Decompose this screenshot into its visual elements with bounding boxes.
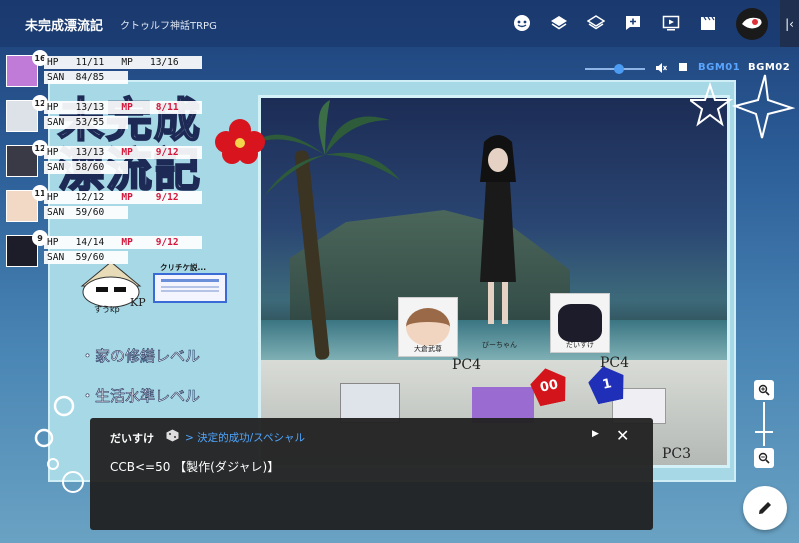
layers-outline-icon[interactable] xyxy=(585,12,607,34)
room-title: 未完成漂流記 xyxy=(25,19,104,34)
status-row-4[interactable]: 11 HP 12/12 MP 9/12 SAN 59/60 xyxy=(6,185,202,228)
hp-mp-bar: HP 13/13 MP 8/11 xyxy=(44,101,202,114)
san-bar: SAN 58/60 xyxy=(44,161,128,174)
character-name: だいすけ xyxy=(566,341,594,349)
starfish-icon xyxy=(690,74,795,139)
hp-mp-bar: HP 13/13 MP 9/12 xyxy=(44,146,202,159)
bubbles-decoration xyxy=(34,395,84,493)
hp-value: HP 11/11 xyxy=(47,57,105,68)
roll-result: > 決定的成功/スペシャル xyxy=(185,432,305,444)
collapse-left-icon: |‹ xyxy=(785,16,794,31)
pc-label-3: PC3 xyxy=(662,446,692,462)
status-row-3[interactable]: 12 HP 13/13 MP 9/12 SAN 58/60 xyxy=(6,140,202,183)
edit-button[interactable] xyxy=(743,486,787,530)
dice-icon xyxy=(166,429,179,442)
chat-message: CCB<=50 【製作(ダジャレ)】 xyxy=(110,460,280,474)
character-token-daisuke[interactable]: だいすけ xyxy=(550,293,610,353)
kp-name: すうkp xyxy=(94,305,120,314)
volume-knob[interactable] xyxy=(614,64,624,74)
next-message-icon[interactable]: ▶ xyxy=(592,429,599,439)
status-row-5[interactable]: 9 HP 14/14 MP 9/12 SAN 59/60 xyxy=(6,230,202,273)
zoom-out-button[interactable] xyxy=(754,448,774,468)
board-item-house: ・家の修繕レベル xyxy=(80,347,201,366)
zoom-in-icon xyxy=(758,384,770,396)
character-token-takeru[interactable]: 大倉武尊 xyxy=(398,297,458,357)
palm-leaves xyxy=(250,100,400,195)
san-bar: SAN 53/55 xyxy=(44,116,128,129)
character-token-pc5[interactable] xyxy=(340,383,400,423)
zoom-out-icon xyxy=(758,452,770,464)
hp-value: HP 13/13 xyxy=(47,147,105,158)
room-subtitle: クトゥルフ神話TRPG xyxy=(120,21,217,32)
hp-mp-bar: HP 11/11 MP 13/16 xyxy=(44,56,202,69)
close-icon[interactable]: ✕ xyxy=(616,426,629,445)
hibiscus-icon xyxy=(215,119,265,164)
pc-label-1: PC4 xyxy=(452,357,482,373)
status-row-2[interactable]: 12 HP 13/13 MP 8/11 SAN 53/55 xyxy=(6,95,202,138)
chat-popup[interactable]: だいすけ > 決定的成功/スペシャル ▶ ✕ CCB<=50 【製作(ダジャレ)… xyxy=(90,418,653,530)
user-avatar[interactable] xyxy=(736,8,768,40)
mp-value: MP 9/12 xyxy=(121,237,179,248)
mp-value: MP 9/12 xyxy=(121,147,179,158)
mp-value: MP 8/11 xyxy=(121,102,179,113)
pencil-icon xyxy=(759,502,771,514)
critical-ticket-card[interactable] xyxy=(153,273,227,303)
hp-value: HP 13/13 xyxy=(47,102,105,113)
collapse-panel-button[interactable]: |‹ xyxy=(780,0,799,47)
zoom-slider-handle[interactable] xyxy=(755,431,773,433)
app-bar: 未完成漂流記 クトゥルフ神話TRPG |‹ xyxy=(0,0,799,47)
board-item-living: ・生活水準レベル xyxy=(80,387,201,406)
character-figure-icon xyxy=(480,135,516,324)
status-row-1[interactable]: 16 HP 11/11 MP 13/16 SAN 84/85 xyxy=(6,50,202,93)
stop-icon[interactable] xyxy=(678,62,688,75)
face-icon[interactable] xyxy=(511,12,533,34)
zoom-in-button[interactable] xyxy=(754,380,774,400)
chat-sender-name: だいすけ xyxy=(110,432,154,445)
layers-icon[interactable] xyxy=(548,12,570,34)
character-portrait xyxy=(406,308,450,346)
character-token-bi-chan[interactable]: びーちゃん xyxy=(472,132,524,349)
character-name: 大倉武尊 xyxy=(414,345,442,353)
character-name: びーちゃん xyxy=(482,341,517,349)
video-icon[interactable] xyxy=(660,12,682,34)
san-bar: SAN 59/60 xyxy=(44,251,128,264)
hp-mp-bar: HP 12/12 MP 9/12 xyxy=(44,191,202,204)
kp-label: KP xyxy=(130,296,146,309)
character-portrait xyxy=(558,304,602,342)
clapper-icon[interactable] xyxy=(697,12,719,34)
chat-add-icon[interactable] xyxy=(622,12,644,34)
san-bar: SAN 84/85 xyxy=(44,71,128,84)
mute-icon[interactable] xyxy=(655,62,667,77)
hp-value: HP 12/12 xyxy=(47,192,105,203)
zoom-slider[interactable] xyxy=(763,402,765,446)
mp-value: MP 13/16 xyxy=(121,57,179,68)
mp-value: MP 9/12 xyxy=(121,192,179,203)
hp-mp-bar: HP 14/14 MP 9/12 xyxy=(44,236,202,249)
hp-value: HP 14/14 xyxy=(47,237,105,248)
san-bar: SAN 59/60 xyxy=(44,206,128,219)
